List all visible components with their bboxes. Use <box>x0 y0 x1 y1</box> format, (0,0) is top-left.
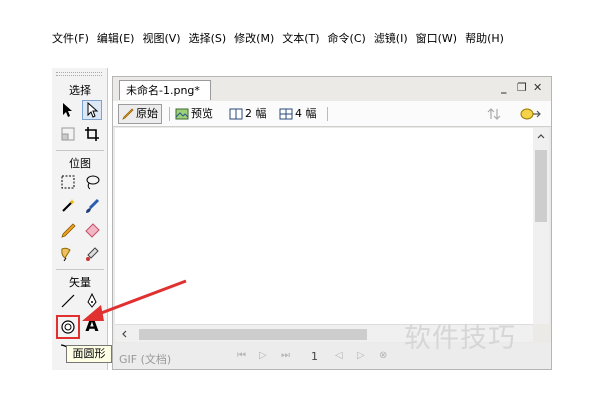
tool-tooltip: 面圆形 <box>66 345 112 363</box>
marquee-tool[interactable] <box>58 172 78 192</box>
view-4up-button[interactable]: 4 幅 <box>279 104 317 124</box>
marquee-icon <box>61 175 75 189</box>
bitmap-section-title: 位图 <box>69 157 91 170</box>
restore-button[interactable]: ❐ <box>517 81 527 94</box>
preview-in-browser-button[interactable] <box>519 104 541 124</box>
scale-tool[interactable] <box>58 124 78 144</box>
brush-icon <box>86 198 100 213</box>
menu-commands[interactable]: 命令(C) <box>328 30 366 47</box>
line-tool[interactable] <box>58 291 78 311</box>
toolbar-divider <box>169 107 170 121</box>
menu-select[interactable]: 选择(S) <box>189 30 227 47</box>
browser-preview-icon <box>520 108 541 120</box>
subselect-arrow-icon <box>87 102 99 118</box>
crop-tool[interactable] <box>82 124 102 144</box>
pencil-icon <box>122 108 134 120</box>
subselection-tool[interactable] <box>82 100 102 120</box>
select-section-title: 选择 <box>69 84 91 97</box>
chevron-left-icon <box>122 330 127 338</box>
view-preview-button[interactable]: 预览 <box>175 104 213 124</box>
toolbar-divider <box>327 107 328 121</box>
eraser-icon <box>85 223 100 238</box>
menu-view[interactable]: 视图(V) <box>142 30 180 47</box>
menu-text[interactable]: 文本(T) <box>282 30 319 47</box>
lasso-icon <box>86 175 100 190</box>
play-icon[interactable]: ▷ <box>259 350 267 361</box>
blur-tool[interactable] <box>58 244 78 264</box>
menu-window[interactable]: 窗口(W) <box>416 30 457 47</box>
text-tool[interactable]: A <box>82 316 102 336</box>
vector-section-title: 矢量 <box>69 276 91 289</box>
lasso-tool[interactable] <box>82 172 102 192</box>
pencil-icon <box>61 223 76 238</box>
pointer-tool[interactable] <box>58 100 78 120</box>
export-button[interactable] <box>487 104 505 124</box>
prev-frame-icon[interactable]: ◁ <box>335 350 343 361</box>
four-up-icon <box>279 108 293 120</box>
sort-arrows-icon <box>487 108 501 120</box>
section-divider <box>56 269 104 270</box>
two-up-icon <box>229 108 243 120</box>
view-original-button[interactable]: 原始 <box>118 104 162 124</box>
eraser-tool[interactable] <box>82 220 102 240</box>
document-tab[interactable]: 未命名-1.png* <box>119 80 211 100</box>
vertical-scrollbar[interactable] <box>533 128 549 324</box>
horizontal-scroll-thumb[interactable] <box>139 329 367 340</box>
menu-filters[interactable]: 滤镜(I) <box>374 30 408 47</box>
view-toolbar: 原始 预览 2 幅 4 幅 <box>113 101 551 127</box>
minimize-button[interactable]: _ <box>501 81 507 94</box>
panel-grip[interactable] <box>56 72 102 76</box>
menu-help[interactable]: 帮助(H) <box>465 30 504 47</box>
view-preview-label: 预览 <box>191 107 213 120</box>
tools-panel: 选择 位图 矢量 A <box>52 68 108 370</box>
close-button[interactable]: ✕ <box>533 81 542 94</box>
menu-modify[interactable]: 修改(M) <box>234 30 274 47</box>
view-2up-button[interactable]: 2 幅 <box>229 104 267 124</box>
menu-bar: 文件(F) 编辑(E) 视图(V) 选择(S) 修改(M) 文本(T) 命令(C) 滤镜(I)… <box>52 30 522 47</box>
magic-wand-tool[interactable] <box>58 196 78 216</box>
section-divider <box>56 150 104 151</box>
pencil-tool[interactable] <box>58 220 78 240</box>
magic-wand-icon <box>62 199 75 212</box>
view-2up-label: 2 幅 <box>245 107 267 120</box>
menu-file[interactable]: 文件(F) <box>52 30 89 47</box>
pointer-arrow-icon <box>63 103 72 117</box>
preview-icon <box>175 108 189 120</box>
watermark-text: 软件技巧 <box>404 323 516 354</box>
brush-tool[interactable] <box>82 196 102 216</box>
next-frame-icon[interactable]: ▷ <box>357 350 365 361</box>
ellipse-tool[interactable] <box>56 315 80 339</box>
view-original-label: 原始 <box>136 107 158 120</box>
document-format-label: GIF (文档) <box>119 353 172 366</box>
crop-icon <box>85 127 99 141</box>
menu-edit[interactable]: 编辑(E) <box>97 30 135 47</box>
stop-icon[interactable]: ⊗ <box>379 350 387 361</box>
pen-tool[interactable] <box>82 291 102 311</box>
view-4up-label: 4 幅 <box>295 107 317 120</box>
ellipse-shape-icon <box>61 320 75 334</box>
blur-icon <box>61 247 71 262</box>
frame-number: 1 <box>311 350 318 363</box>
rubber-stamp-tool[interactable] <box>82 244 102 264</box>
stamp-icon <box>86 247 99 261</box>
chevron-up-icon <box>537 134 545 139</box>
first-frame-icon[interactable]: ⏮ <box>237 350 246 361</box>
last-frame-icon[interactable]: ⏭ <box>281 350 290 361</box>
pen-nib-icon <box>87 293 97 308</box>
canvas-area[interactable] <box>115 128 533 324</box>
scale-icon <box>61 127 75 141</box>
line-icon <box>61 294 75 308</box>
vertical-scroll-thumb[interactable] <box>535 150 547 222</box>
